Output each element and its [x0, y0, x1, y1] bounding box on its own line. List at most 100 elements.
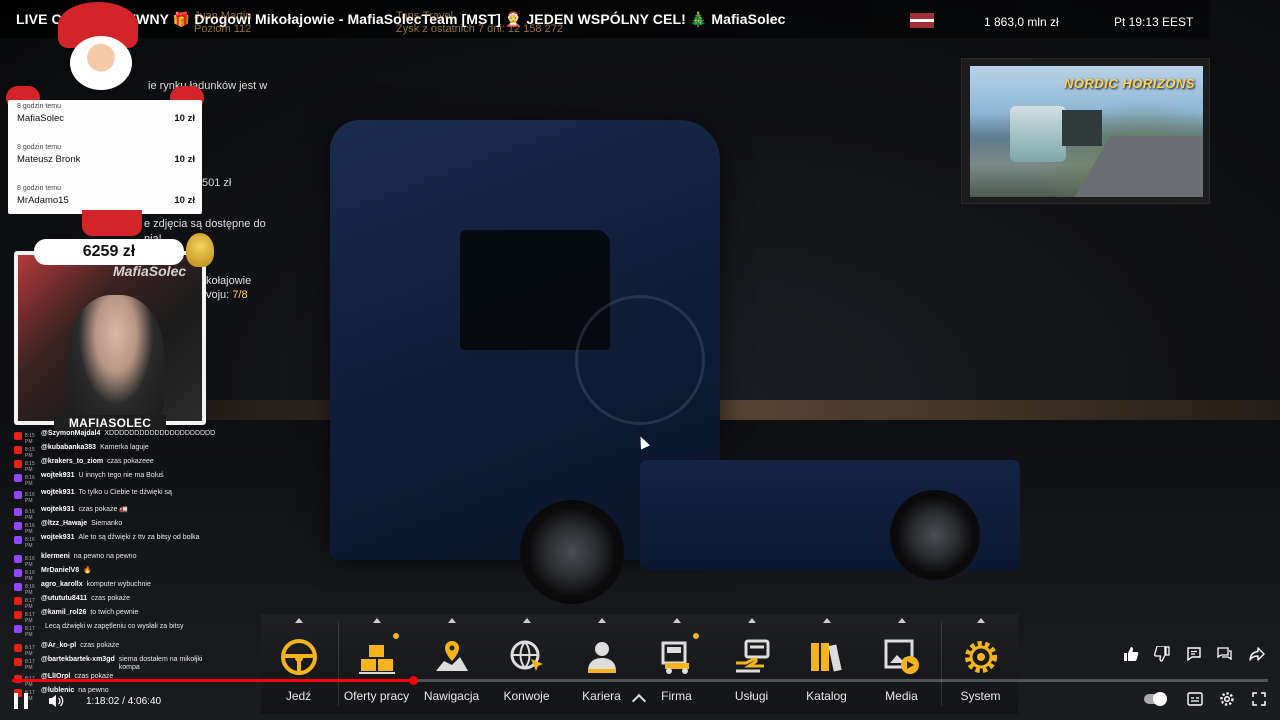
fullscreen-icon[interactable]: [1250, 690, 1268, 708]
live-chat: 8:15 PM @SzymonMajdal4 XDDDDDDDDDDDDDDDDDD…: [14, 430, 215, 702]
chat-username: klermeni: [41, 553, 70, 560]
donor-name: MrAdamo15: [17, 195, 69, 206]
pause-button[interactable]: [14, 693, 28, 709]
chat-message: 8:17 PM @bartekbartek-xm3gd siema dostałem…: [14, 656, 212, 673]
donation-item: 8 godzin temu Mateusz Bronk 10 zł: [17, 144, 195, 165]
gear-icon: [961, 637, 1001, 677]
news-thumbnail[interactable]: NORDIC HORIZONS: [961, 58, 1210, 204]
chat-time: 8:17 PM: [25, 626, 35, 638]
chat-username: @SzymonMajdal4: [41, 430, 101, 437]
chat-text: na pewno: [78, 687, 109, 694]
chat-message: 8:17 PM Lecą dźwięki w zapętleniu co wysł…: [14, 623, 212, 642]
donation-amount: 10 zł: [174, 195, 195, 206]
menu-item-kariera[interactable]: Kariera: [564, 614, 639, 714]
live-chat-icon[interactable]: [1215, 643, 1236, 664]
map-pin-icon: [432, 637, 472, 677]
menu-item-media[interactable]: Media: [864, 614, 939, 714]
chat-message: 8:17 PM @kamil_rol26 to twich pewnie: [14, 609, 212, 624]
subtitles-icon[interactable]: [1186, 690, 1204, 708]
menu-item-system[interactable]: System: [943, 614, 1018, 714]
video-progress-bar[interactable]: [12, 676, 1268, 685]
chat-username: @kamil_rol26: [41, 609, 87, 616]
chat-time: 8:17 PM: [25, 645, 35, 657]
menu-item-label: Katalog: [806, 689, 847, 703]
caret-up-icon: [447, 618, 456, 623]
donation-amount: 10 zł: [174, 154, 195, 165]
ghost-company: Tans-Travel: [396, 10, 454, 22]
menu-item-firma[interactable]: Firma: [639, 614, 714, 714]
ad-title: NORDIC HORIZONS: [1064, 76, 1195, 91]
chat-username: @ltzz_Hawaje: [41, 520, 88, 527]
twitch-icon: [14, 583, 22, 591]
notification-text: e zdjęcia są dostępne do: [144, 218, 266, 230]
youtube-icon: [14, 597, 22, 605]
chat-time: 8:16 PM: [25, 509, 35, 521]
video-progress-fill: [12, 679, 413, 682]
twitch-icon: [14, 491, 22, 499]
twitch-icon: [14, 508, 22, 516]
video-scrubber-handle[interactable]: [409, 676, 418, 685]
chat-text: czas pokaże: [80, 642, 120, 649]
chat-text: siema dostałem na mikołjki kompa: [118, 656, 203, 671]
chat-username: wojtek931: [41, 489, 75, 496]
caret-up-icon: [597, 618, 606, 623]
settings-gear-icon[interactable]: [1218, 690, 1236, 708]
chat-username: @krakers_to_ziom: [41, 458, 104, 465]
notification-text: kołajowie: [206, 275, 252, 287]
chat-time: 8:17 PM: [25, 598, 35, 610]
menu-item-nawigacja[interactable]: Nawigacja: [414, 614, 489, 714]
twitch-icon: [14, 522, 22, 530]
menu-item-label: Firma: [661, 689, 692, 703]
chat-message: 8:16 PM wojtek931 To tylko u Ciebie te dźw…: [14, 489, 212, 506]
chat-text: na pewno na pewno: [73, 553, 137, 560]
ad-trailer: [1062, 110, 1102, 146]
dislike-icon[interactable]: [1152, 643, 1173, 664]
twitch-icon: [14, 555, 22, 563]
like-icon[interactable]: [1120, 643, 1141, 664]
chat-username: @utututu8411: [41, 595, 88, 602]
youtube-icon: [14, 658, 22, 666]
chat-text: Lecą dźwięki w zapętleniu co wysłali za …: [45, 623, 184, 630]
chat-text: to twich pewnie: [90, 609, 139, 616]
chat-time: 8:15 PM: [25, 461, 35, 473]
chat-username: @kubabanka383: [41, 444, 97, 451]
twitch-icon: [14, 625, 22, 633]
caret-up-icon: [522, 618, 531, 623]
convoy-counter: voju: 7/8: [206, 289, 248, 301]
chat-message: 8:16 PM agro_karollx komputer wybuchnie: [14, 581, 212, 596]
autoplay-toggle[interactable]: [1144, 692, 1167, 706]
truck-rear-wheel: [890, 490, 980, 580]
share-icon[interactable]: [1246, 643, 1267, 664]
trucks-garage-icon: [657, 633, 699, 677]
youtube-icon: [14, 460, 22, 468]
chat-text: Ale to są dźwięki z ttv za bitsy od bolk…: [78, 534, 200, 541]
chat-time: 8:17 PM: [25, 659, 35, 671]
twitch-icon: [14, 474, 22, 482]
volume-icon[interactable]: [48, 693, 64, 709]
video-time: 1:18:02 / 4:06:40: [86, 696, 162, 707]
globe-cursor-icon: [507, 637, 547, 677]
truck-livery-logo: [575, 295, 705, 425]
caret-up-icon: [672, 618, 681, 623]
menu-item-konwoje[interactable]: Konwoje: [489, 614, 564, 714]
video-actions: [1120, 643, 1278, 664]
comments-icon[interactable]: [1183, 643, 1204, 664]
menu-item-usługi[interactable]: Usługi: [714, 614, 789, 714]
chat-message: 8:17 PM @Ar_ko-pl czas pokaże: [14, 642, 212, 657]
menu-item-jedź[interactable]: Jedź: [261, 614, 336, 714]
youtube-icon: [14, 611, 22, 619]
chat-text: czas pokaże: [91, 595, 131, 602]
donation-item: 8 godzin temu MrAdamo15 10 zł: [17, 185, 195, 206]
notification-dot: [692, 633, 699, 639]
chat-text: czas pokaże 🚛: [78, 506, 129, 513]
chat-text: czas pokazeee: [107, 458, 154, 465]
caret-up-icon: [747, 618, 756, 623]
hand-card-icon: [732, 637, 772, 677]
caret-up-icon: [294, 618, 303, 623]
chat-text: U innych tego nie ma Boluś: [78, 472, 164, 479]
chat-time: 8:15 PM: [25, 447, 35, 459]
menu-item-oferty-pracy[interactable]: Oferty pracy: [339, 614, 414, 714]
player-right-controls: [1144, 690, 1280, 708]
menu-item-katalog[interactable]: Katalog: [789, 614, 864, 714]
chat-text: 🔥: [83, 567, 92, 574]
